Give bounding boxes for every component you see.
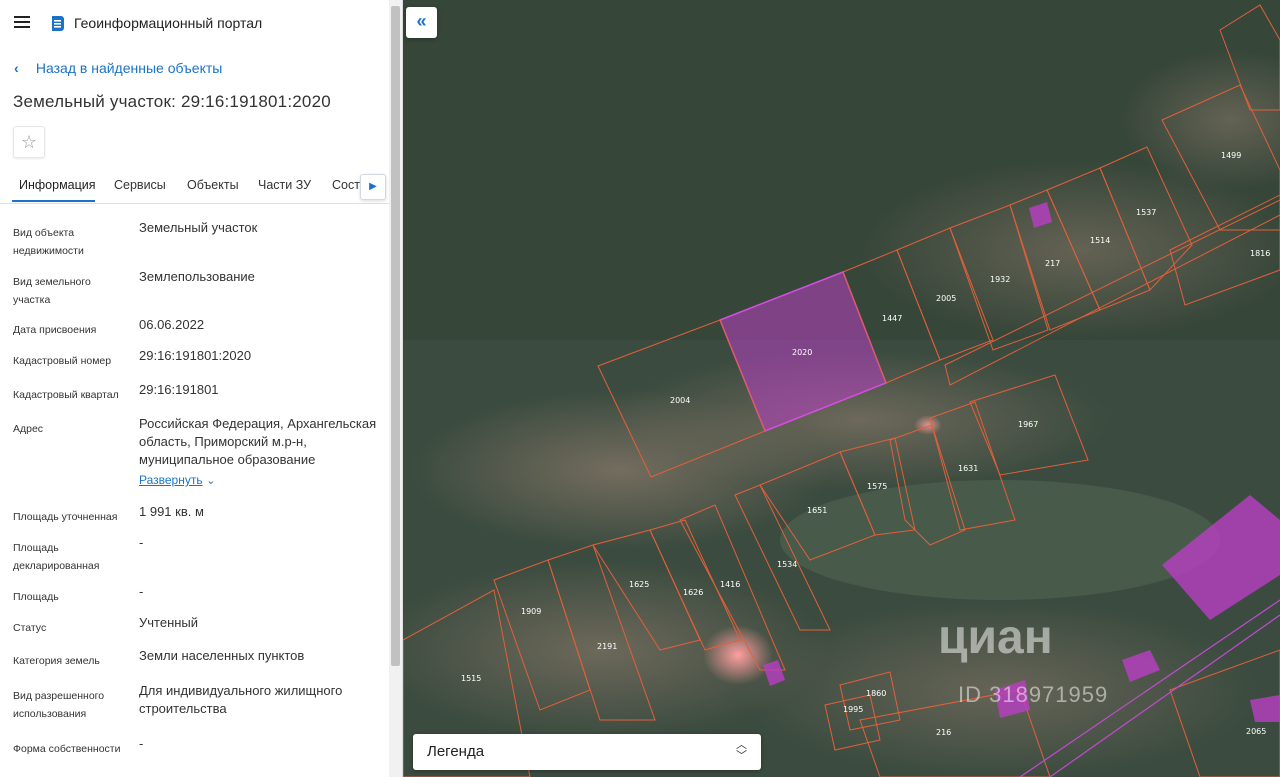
field-label: Статус xyxy=(13,622,47,634)
chevron-down-icon: ⌄ xyxy=(206,475,216,487)
field-label: Вид разрешенного использования xyxy=(13,690,105,720)
field-value: Для индивидуального жилищного строительс… xyxy=(139,683,343,716)
field-label: Кадастровый квартал xyxy=(13,389,119,401)
field-label: Дата присвоения xyxy=(13,324,97,336)
map-view[interactable]: 2020 2004 1447 2005 1932 217 1514 1537 1… xyxy=(403,0,1280,777)
watermark-id: ID 318971959 xyxy=(958,682,1109,707)
field-value: Российская Федерация, Архангельская обла… xyxy=(139,415,384,490)
field-label: Кадастровый номер xyxy=(13,355,112,367)
legend-dropdown[interactable]: Легенда ︿ ﹀ xyxy=(413,734,761,770)
field-value: Земли населенных пунктов xyxy=(139,648,305,663)
favorite-button[interactable]: ☆ xyxy=(13,126,45,158)
watermark-logo: циан xyxy=(938,611,1053,664)
star-icon: ☆ xyxy=(20,132,38,152)
field-value: 1 991 кв. м xyxy=(139,504,204,519)
satellite-map[interactable] xyxy=(403,0,1280,777)
field-label: Площадь xyxy=(13,591,59,603)
field-value: 29:16:191801 xyxy=(139,382,219,397)
double-chevron-left-icon: « xyxy=(416,11,427,31)
field-label: Площадь уточненная xyxy=(13,511,118,523)
expand-link[interactable]: Развернуть ⌄ xyxy=(139,471,384,490)
tab-information[interactable]: Информация xyxy=(19,178,96,192)
page-title: Земельный участок: 29:16:191801:2020 xyxy=(13,92,331,111)
legend-label: Легенда xyxy=(427,743,485,760)
field-value: Учтенный xyxy=(139,615,199,630)
chevron-left-icon: ‹ xyxy=(14,60,19,76)
expand-label: Развернуть xyxy=(139,473,203,487)
field-label: Форма собственности xyxy=(13,743,121,755)
field-label: Вид земельного участка xyxy=(13,276,91,306)
field-value: - xyxy=(139,736,144,751)
tab-services[interactable]: Сервисы xyxy=(114,178,166,192)
field-value: - xyxy=(139,584,144,599)
info-panel: Геоинформационный портал ‹ Назад в найде… xyxy=(0,0,389,777)
hamburger-icon[interactable] xyxy=(14,16,30,28)
field-value: Землепользование xyxy=(139,269,255,284)
active-tab-indicator xyxy=(12,200,95,202)
back-link-label: Назад в найденные объекты xyxy=(35,60,223,76)
app-title: Геоинформационный портал xyxy=(74,15,263,31)
collapse-panel-button[interactable]: « xyxy=(406,7,437,38)
top-bar: Геоинформационный портал xyxy=(0,0,389,46)
address-text: Российская Федерация, Архангельская обла… xyxy=(139,416,377,467)
scrollbar-thumb[interactable] xyxy=(391,6,400,666)
field-value: - xyxy=(139,535,144,550)
field-label: Площадь декларированная xyxy=(13,542,100,572)
field-label: Вид объекта недвижимости xyxy=(13,227,84,257)
field-value: 06.06.2022 xyxy=(139,317,205,332)
tab-parts[interactable]: Части ЗУ xyxy=(258,178,311,192)
panel-scrollbar[interactable] xyxy=(389,0,403,777)
chevron-right-icon: ▶ xyxy=(369,181,377,192)
logo-icon xyxy=(52,16,64,31)
tab-scroll-button[interactable]: ▶ xyxy=(360,174,386,200)
up-down-chevron-icon: ︿ ﹀ xyxy=(736,739,747,762)
field-label: Категория земель xyxy=(13,655,100,667)
tab-bar: Информация Сервисы Объекты Части ЗУ Сост… xyxy=(0,170,389,204)
field-value: 29:16:191801:2020 xyxy=(139,348,252,363)
field-value: Земельный участок xyxy=(139,220,258,235)
field-label: Адрес xyxy=(13,423,44,435)
back-link[interactable]: ‹ Назад в найденные объекты xyxy=(14,60,222,76)
tab-objects[interactable]: Объекты xyxy=(187,178,239,192)
